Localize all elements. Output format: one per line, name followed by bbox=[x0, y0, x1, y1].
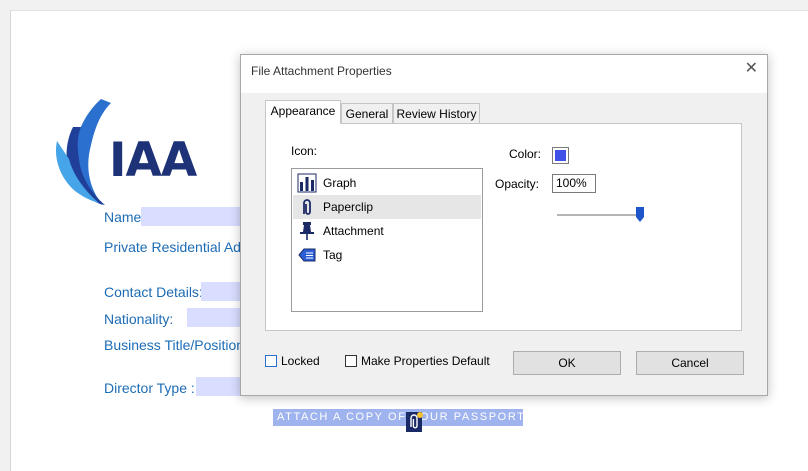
dialog-title: File Attachment Properties bbox=[251, 64, 392, 78]
locked-label: Locked bbox=[281, 354, 320, 368]
nationality-label: Nationality: bbox=[104, 311, 174, 327]
list-item-attachment[interactable]: Attachment bbox=[293, 219, 481, 243]
name-field[interactable] bbox=[141, 207, 251, 226]
paperclip-attachment-icon[interactable] bbox=[405, 411, 423, 433]
list-item-graph[interactable]: Graph bbox=[293, 171, 481, 195]
opacity-slider-track[interactable] bbox=[557, 214, 641, 216]
business-title-label: Business Title/Position: bbox=[104, 337, 248, 353]
tab-general[interactable]: General bbox=[341, 103, 393, 123]
opacity-input[interactable]: 100% bbox=[552, 174, 596, 193]
iaa-logo-text: IAA bbox=[109, 133, 197, 188]
icon-list[interactable]: Graph Paperclip Attachment Tag bbox=[291, 168, 483, 312]
color-picker-button[interactable] bbox=[552, 147, 569, 164]
tab-review-history[interactable]: Review History bbox=[393, 103, 480, 123]
color-swatch-fill bbox=[555, 150, 566, 161]
address-label: Private Residential Addı bbox=[104, 239, 253, 255]
passport-attachment-bar[interactable]: ATTACH A COPY OF YOUR PASSPORT bbox=[273, 409, 524, 426]
locked-checkbox[interactable] bbox=[265, 355, 277, 367]
opacity-slider-thumb[interactable] bbox=[636, 207, 644, 222]
cancel-button[interactable]: Cancel bbox=[636, 351, 744, 375]
contact-details-label: Contact Details: bbox=[104, 284, 203, 300]
pushpin-icon bbox=[300, 222, 314, 240]
director-type-label: Director Type : bbox=[104, 380, 195, 396]
graph-icon bbox=[297, 173, 317, 193]
paperclip-icon bbox=[303, 199, 311, 215]
list-item-label: Graph bbox=[323, 176, 357, 190]
icon-label: Icon: bbox=[291, 144, 318, 158]
color-label: Color: bbox=[509, 147, 542, 161]
make-properties-default-checkbox[interactable] bbox=[345, 355, 357, 367]
list-item-label: Attachment bbox=[323, 224, 384, 238]
list-item-label: Paperclip bbox=[323, 200, 374, 214]
close-icon[interactable]: ✕ bbox=[745, 61, 758, 77]
opacity-label: Opacity: bbox=[495, 177, 540, 191]
make-properties-default-label: Make Properties Default bbox=[361, 354, 490, 368]
tab-appearance[interactable]: Appearance bbox=[265, 100, 341, 124]
list-item-label: Tag bbox=[323, 248, 343, 262]
list-item-paperclip[interactable]: Paperclip bbox=[293, 195, 481, 219]
appearance-panel: Icon: Graph Paperclip Attachment Tag Col… bbox=[265, 123, 742, 331]
list-item-tag[interactable]: Tag bbox=[293, 243, 481, 267]
file-attachment-properties-dialog: File Attachment Properties ✕ Appearance … bbox=[240, 54, 768, 396]
ok-button[interactable]: OK bbox=[513, 351, 621, 375]
dialog-body: Appearance General Review History Icon: … bbox=[241, 93, 767, 395]
tag-icon bbox=[298, 248, 316, 262]
name-label: Name: bbox=[104, 209, 146, 225]
